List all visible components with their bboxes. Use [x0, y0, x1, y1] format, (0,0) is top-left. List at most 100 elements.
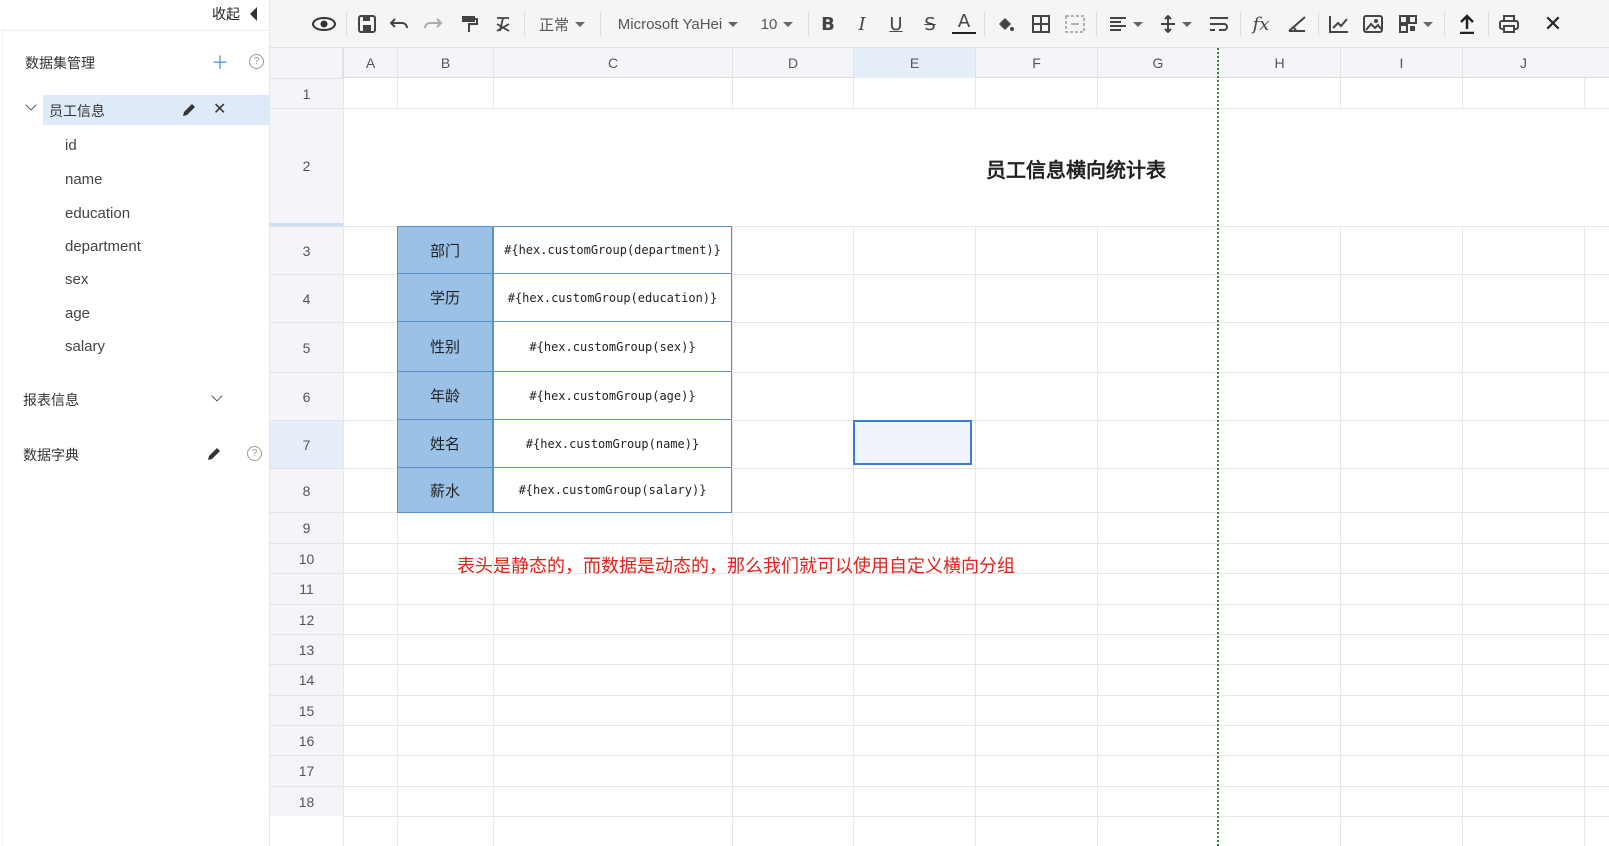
row-header-2[interactable]: 2: [270, 108, 343, 226]
row-header-6[interactable]: 6: [270, 372, 343, 420]
add-dataset-icon[interactable]: ＋: [211, 49, 229, 75]
toolbar-divider: [984, 12, 985, 36]
select-all-corner[interactable]: [270, 48, 343, 78]
field-item-sex[interactable]: sex: [65, 271, 88, 288]
expr-cell-salary[interactable]: #{hex.customGroup(salary)}: [493, 467, 732, 513]
style-select[interactable]: 正常: [532, 10, 592, 38]
expr-cell-department[interactable]: #{hex.customGroup(department)}: [493, 226, 732, 274]
chart-icon[interactable]: [1326, 10, 1352, 38]
vertical-align-icon[interactable]: [1156, 10, 1196, 38]
row-header-17[interactable]: 17: [270, 755, 343, 786]
label-cell-salary[interactable]: 薪水: [397, 467, 493, 513]
label-cell-education[interactable]: 学历: [397, 273, 493, 322]
column-header-f[interactable]: F: [975, 48, 1097, 78]
row-header-1[interactable]: 1: [270, 78, 343, 108]
grid-line: [343, 786, 1609, 787]
row-header-14[interactable]: 14: [270, 664, 343, 695]
spreadsheet-grid[interactable]: A B C D E F G H I J 1 2 3 4 5 6 7 8 9 10: [270, 48, 1609, 846]
formula-fx-icon[interactable]: fx: [1248, 10, 1274, 38]
column-header-d[interactable]: D: [732, 48, 853, 78]
conditional-format-icon[interactable]: [1284, 10, 1310, 38]
title-row-cells[interactable]: [344, 109, 1609, 226]
row-header-8[interactable]: 8: [270, 468, 343, 512]
undo-icon[interactable]: [386, 10, 412, 38]
borders-icon[interactable]: [1028, 10, 1054, 38]
help-icon[interactable]: ?: [249, 54, 264, 69]
column-header-j[interactable]: J: [1462, 48, 1584, 78]
format-painter-icon[interactable]: [456, 10, 482, 38]
print-icon[interactable]: [1496, 10, 1522, 38]
field-item-education[interactable]: education: [65, 205, 130, 222]
font-color-icon[interactable]: A: [952, 10, 976, 34]
expr-cell-age[interactable]: #{hex.customGroup(age)}: [493, 371, 732, 420]
report-info-chevron-down-icon[interactable]: [211, 390, 223, 402]
grid-line: [343, 634, 1609, 635]
font-size-select[interactable]: 10: [754, 10, 800, 38]
column-header-e[interactable]: E: [853, 48, 975, 78]
label-cell-sex[interactable]: 性别: [397, 321, 493, 372]
strikethrough-icon[interactable]: S: [918, 10, 942, 38]
selected-cell-e7[interactable]: [853, 420, 972, 465]
qrcode-icon[interactable]: [1396, 10, 1436, 38]
dataset-item[interactable]: 员工信息 ✕: [43, 95, 271, 125]
preview-eye-icon[interactable]: [310, 10, 338, 38]
row-header-11[interactable]: 11: [270, 573, 343, 604]
edit-dataset-icon[interactable]: [181, 102, 197, 118]
column-header-b[interactable]: B: [397, 48, 493, 78]
annotation-note: 表头是静态的，而数据是动态的，那么我们就可以使用自定义横向分组: [457, 556, 1015, 576]
chevron-down-icon: [728, 21, 739, 27]
report-info-title[interactable]: 报表信息: [23, 390, 79, 410]
merge-cells-icon[interactable]: [1062, 10, 1088, 38]
row-header-5[interactable]: 5: [270, 322, 343, 372]
expr-cell-sex[interactable]: #{hex.customGroup(sex)}: [493, 321, 732, 372]
font-family-select[interactable]: Microsoft YaHei: [608, 10, 748, 38]
expr-cell-education[interactable]: #{hex.customGroup(education)}: [493, 273, 732, 322]
field-item-age[interactable]: age: [65, 305, 90, 322]
row-header-16[interactable]: 16: [270, 725, 343, 755]
bold-icon[interactable]: B: [816, 10, 840, 38]
row-header-12[interactable]: 12: [270, 604, 343, 634]
row-header-7[interactable]: 7: [270, 420, 343, 468]
column-header-g[interactable]: G: [1097, 48, 1218, 78]
row-header-9[interactable]: 9: [270, 512, 343, 543]
redo-icon[interactable]: [420, 10, 446, 38]
column-header-c[interactable]: C: [493, 48, 732, 78]
clear-format-icon[interactable]: [490, 10, 516, 38]
field-item-salary[interactable]: salary: [65, 338, 105, 355]
label-cell-age[interactable]: 年龄: [397, 371, 493, 420]
field-item-department[interactable]: department: [65, 238, 141, 255]
fill-color-icon[interactable]: [992, 10, 1018, 38]
field-item-name[interactable]: name: [65, 171, 103, 188]
column-header-i[interactable]: I: [1340, 48, 1462, 78]
sheet-title-cell[interactable]: 员工信息横向统计表: [986, 154, 1166, 183]
label-cell-name[interactable]: 姓名: [397, 419, 493, 468]
edit-dictionary-icon[interactable]: [206, 446, 222, 462]
dataset-expand-chevron-icon[interactable]: [25, 99, 37, 111]
upload-icon[interactable]: [1454, 10, 1480, 38]
image-icon[interactable]: [1360, 10, 1386, 38]
underline-icon[interactable]: U: [884, 10, 908, 38]
row-header-15[interactable]: 15: [270, 695, 343, 725]
label-cell-department[interactable]: 部门: [397, 226, 493, 274]
collapse-button[interactable]: 收起: [212, 4, 257, 24]
remove-dataset-icon[interactable]: ✕: [213, 99, 226, 119]
dictionary-help-icon[interactable]: ?: [247, 446, 262, 461]
collapse-arrow-icon: [250, 7, 257, 21]
row-header-10[interactable]: 10: [270, 543, 343, 573]
italic-icon[interactable]: I: [850, 10, 874, 38]
row-header-18[interactable]: 18: [270, 786, 343, 816]
text-wrap-icon[interactable]: [1206, 10, 1232, 38]
horizontal-align-icon[interactable]: [1106, 10, 1146, 38]
column-header-a[interactable]: A: [343, 48, 397, 78]
column-header-h[interactable]: H: [1218, 48, 1340, 78]
row-header-4[interactable]: 4: [270, 274, 343, 322]
chevron-down-icon: [1182, 21, 1192, 27]
close-icon[interactable]: ✕: [1540, 10, 1566, 38]
row-header-13[interactable]: 13: [270, 634, 343, 664]
row-header-3[interactable]: 3: [270, 226, 343, 274]
grid-line: [343, 695, 1609, 696]
save-icon[interactable]: [354, 10, 380, 38]
expr-cell-name[interactable]: #{hex.customGroup(name)}: [493, 419, 732, 468]
field-item-id[interactable]: id: [65, 137, 77, 154]
toolbar-divider: [600, 12, 601, 36]
